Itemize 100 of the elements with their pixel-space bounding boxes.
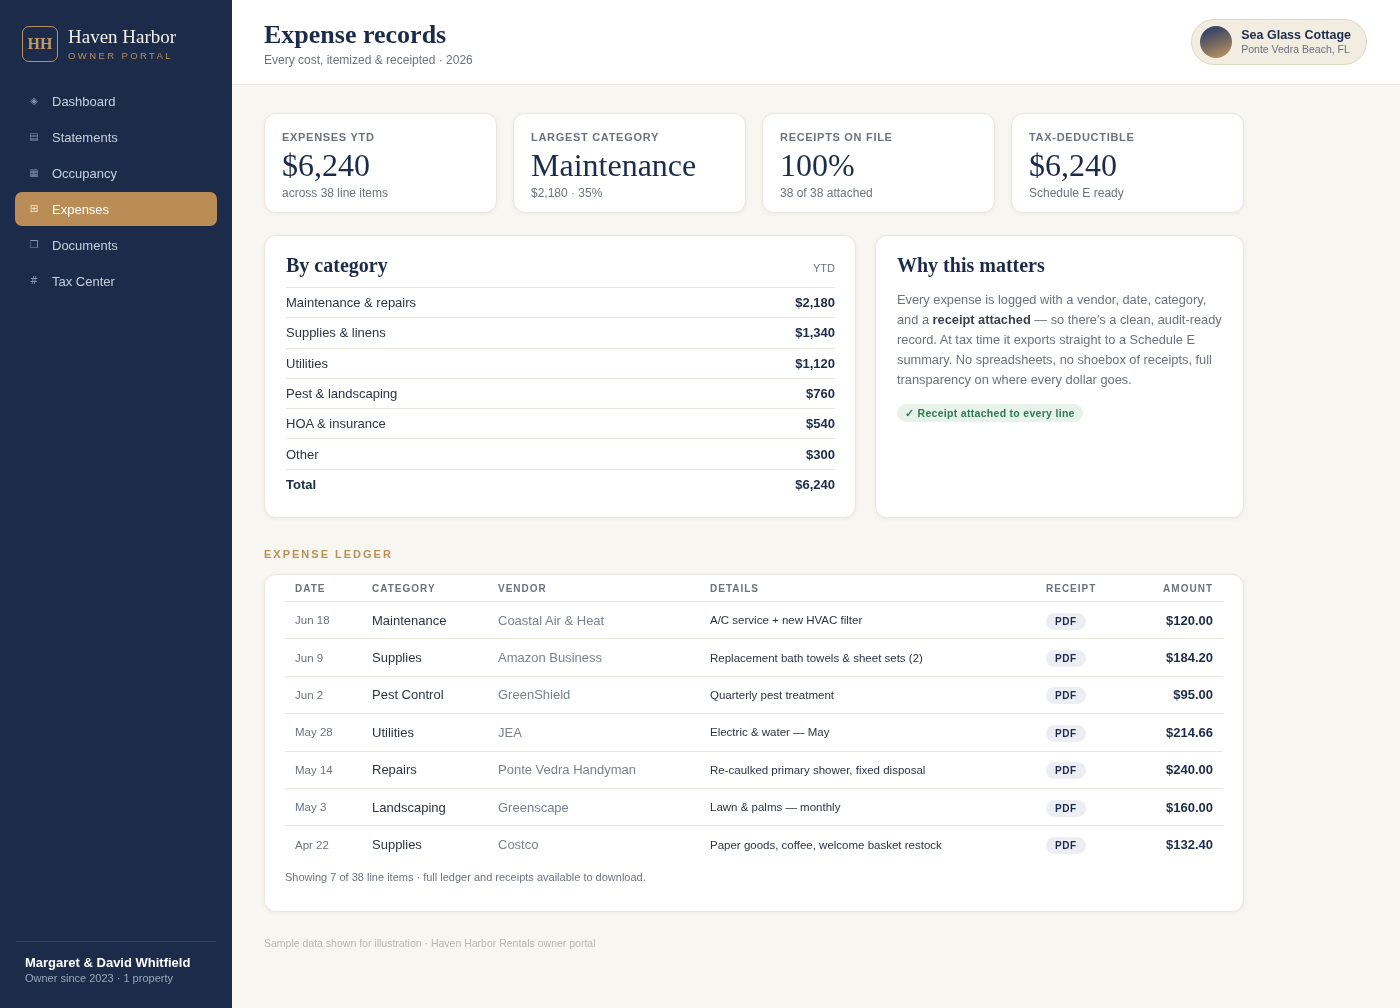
amount-cell: $95.00 (1173, 687, 1213, 703)
total-amount: $6,240 (795, 476, 835, 492)
category-name: Other (286, 446, 319, 462)
category-cell: Supplies (372, 837, 422, 853)
owner-meta: Owner since 2023 · 1 property (25, 972, 174, 984)
category-amount: $300 (806, 446, 835, 462)
nav-item[interactable]: # Tax Center (15, 264, 217, 298)
category-name: Maintenance & repairs (286, 295, 417, 311)
grid-square-icon: ▦ (27, 168, 41, 178)
date-cell: May 3 (295, 801, 327, 814)
period-label: YTD (813, 262, 835, 274)
amount-cell: $120.00 (1166, 612, 1213, 628)
stat-label: EXPENSES YTD (282, 130, 376, 144)
category-name: Pest & landscaping (286, 386, 398, 402)
date-cell: Jun 9 (295, 651, 324, 664)
receipt-button[interactable]: PDF (1046, 799, 1086, 817)
column-header: DATE (295, 582, 326, 594)
stat-value: Maintenance (531, 146, 698, 184)
stat-note: $2,180 · 35% (531, 186, 604, 200)
amount-cell: $214.66 (1166, 724, 1213, 740)
brand-name: Haven Harbor (68, 26, 177, 48)
category-amount: $1,340 (795, 325, 835, 341)
details-cell: Replacement bath towels & sheet sets (2) (710, 651, 923, 664)
stat-value: $6,240 (1029, 146, 1118, 184)
stat-note: across 38 line items (282, 186, 390, 200)
details-cell: A/C service + new HVAC filter (710, 614, 863, 627)
card-title: Why this matters (897, 253, 1046, 277)
category-cell: Pest Control (372, 687, 444, 703)
date-cell: Jun 2 (295, 688, 324, 701)
category-amount: $760 (806, 386, 835, 402)
date-cell: May 28 (295, 726, 333, 739)
ledger-note: Showing 7 of 38 line items · full ledger and receipts available to download. (285, 870, 647, 883)
column-header: AMOUNT (1163, 582, 1213, 594)
stat-value: $6,240 (282, 146, 371, 184)
stat-label: RECEIPTS ON FILE (780, 130, 894, 144)
category-name: Supplies & linens (286, 325, 386, 341)
details-cell: Electric & water — May (710, 726, 830, 739)
receipt-button[interactable]: PDF (1046, 612, 1086, 630)
category-amount: $1,120 (795, 355, 835, 371)
details-cell: Paper goods, coffee, welcome basket restock (710, 838, 942, 851)
column-header: VENDOR (498, 582, 547, 594)
diamond-icon: ◈ (27, 96, 41, 106)
stacked-square-icon: ❐ (27, 240, 41, 250)
info-text: Every expense is logged with a vendor, date, category, and a receipt attached — so there's a clean, audit-ready record. At tax time it exports straight to a Schedule E summary. No spreadsheets, no shoebox of receipts, full transparency on where every dollar goes. (897, 291, 1223, 389)
page-subtitle: Every cost, itemized & receipted · 2026 (264, 52, 473, 67)
category-name: Utilities (286, 355, 328, 371)
amount-cell: $132.40 (1166, 837, 1213, 853)
stat-note: Schedule E ready (1029, 186, 1125, 200)
receipt-button[interactable]: PDF (1046, 650, 1086, 668)
category-name: HOA & insurance (286, 416, 386, 432)
category-cell: Maintenance (372, 612, 447, 628)
hash-icon: # (27, 276, 41, 286)
status-tag: ✓ Receipt attached to every line (897, 404, 1083, 422)
total-label: Total (286, 476, 317, 492)
stat-note: 38 of 38 attached (780, 186, 874, 200)
property-name: Sea Glass Cottage (1241, 28, 1351, 43)
brand-tagline: OWNER PORTAL (68, 50, 174, 62)
category-cell: Landscaping (372, 799, 446, 815)
category-cell: Utilities (372, 724, 414, 740)
details-cell: Lawn & palms — monthly (710, 801, 841, 814)
section-title: EXPENSE LEDGER (264, 547, 393, 561)
nav-item[interactable]: ◈ Dashboard (15, 84, 217, 118)
vendor-cell: Greenscape (498, 799, 569, 815)
vendor-cell: Costco (498, 837, 539, 853)
property-location: Ponte Vedra Beach, FL (1241, 43, 1351, 56)
receipt-button[interactable]: PDF (1046, 724, 1086, 742)
vendor-cell: Ponte Vedra Handyman (498, 762, 637, 778)
amount-cell: $160.00 (1166, 799, 1213, 815)
category-cell: Repairs (372, 762, 417, 778)
details-cell: Quarterly pest treatment (710, 688, 834, 701)
date-cell: Apr 22 (295, 838, 329, 851)
card-title: By category (286, 253, 388, 277)
plus-square-icon: ⊞ (27, 204, 41, 214)
date-cell: May 14 (295, 763, 333, 776)
category-amount: $2,180 (795, 295, 835, 311)
category-amount: $540 (806, 416, 835, 432)
amount-cell: $240.00 (1166, 762, 1213, 778)
stat-label: TAX-DEDUCTIBLE (1029, 130, 1136, 144)
avatar-icon (1200, 26, 1233, 58)
column-header: DETAILS (710, 582, 760, 594)
details-cell: Re-caulked primary shower, fixed disposal (710, 763, 926, 776)
nav-item[interactable]: ▤ Statements (15, 120, 217, 154)
stat-value: 100% (780, 146, 856, 184)
owner-name: Margaret & David Whitfield (25, 955, 192, 971)
receipt-button[interactable]: PDF (1046, 837, 1086, 855)
stat-label: LARGEST CATEGORY (531, 130, 660, 144)
lined-square-icon: ▤ (27, 132, 41, 142)
page-title: Expense records (264, 19, 448, 50)
vendor-cell: GreenShield (498, 687, 571, 703)
date-cell: Jun 18 (295, 614, 330, 627)
category-cell: Supplies (372, 650, 422, 666)
receipt-button[interactable]: PDF (1046, 687, 1086, 705)
column-header: RECEIPT (1046, 582, 1097, 594)
receipt-button[interactable]: PDF (1046, 762, 1086, 780)
nav-item[interactable]: ❐ Documents (15, 228, 217, 262)
logo-mark: HH (22, 26, 58, 62)
property-switcher[interactable]: Sea Glass Cottage Ponte Vedra Beach, FL (1191, 19, 1367, 65)
column-header: CATEGORY (372, 582, 436, 594)
vendor-cell: Coastal Air & Heat (498, 612, 605, 628)
nav-item[interactable]: ▦ Occupancy (15, 156, 217, 190)
